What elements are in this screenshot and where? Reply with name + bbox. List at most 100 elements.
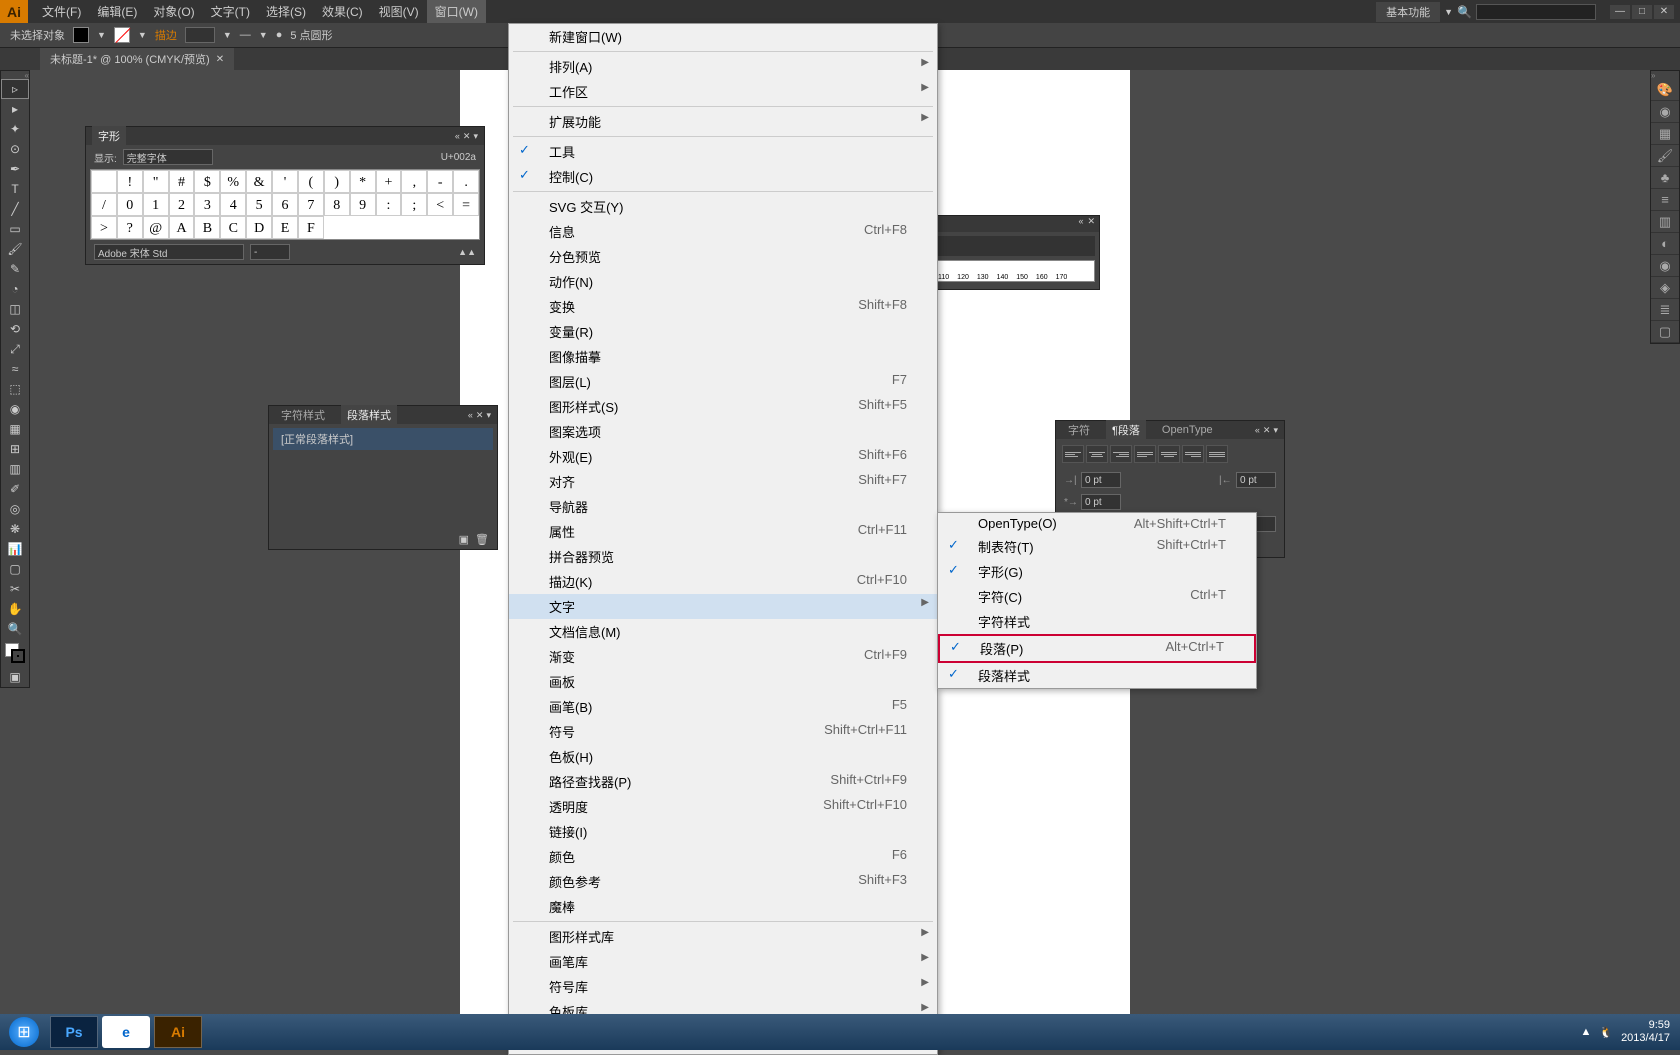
artboard-tool[interactable]: ▢	[1, 559, 29, 579]
search-input[interactable]	[1476, 4, 1596, 20]
glyph-cell[interactable]: 3	[194, 193, 220, 216]
menu-item[interactable]: ✓工具	[509, 139, 937, 164]
transparency-icon[interactable]: ◐	[1651, 233, 1679, 255]
menu-item[interactable]: 图形样式库▶	[509, 924, 937, 949]
char-styles-tab[interactable]: 字符样式	[275, 405, 331, 425]
rotate-tool[interactable]: ⟲	[1, 319, 29, 339]
submenu-item[interactable]: ✓制表符(T)Shift+Ctrl+T	[938, 534, 1256, 559]
menu-item[interactable]: 导航器	[509, 494, 937, 519]
glyph-cell[interactable]: ;	[401, 193, 427, 216]
menu-item[interactable]: 变量(R)	[509, 319, 937, 344]
glyph-cell[interactable]: (	[298, 170, 324, 193]
menu-item[interactable]: 颜色参考Shift+F3	[509, 869, 937, 894]
mesh-tool[interactable]: ⊞	[1, 439, 29, 459]
glyph-grid[interactable]: !"#$%&'()*+,-./0123456789:;<=>?@ABCDEF	[90, 169, 480, 240]
glyph-cell[interactable]: 8	[324, 193, 350, 216]
justify-all[interactable]	[1206, 445, 1228, 463]
menu-item[interactable]: 工作区▶	[509, 79, 937, 104]
paragraph-tab[interactable]: ¶段落	[1106, 420, 1146, 440]
align-right[interactable]	[1110, 445, 1132, 463]
shape-builder-tool[interactable]: ◉	[1, 399, 29, 419]
stroke-swatch[interactable]	[114, 27, 130, 43]
stroke-panel-icon[interactable]: ≡	[1651, 189, 1679, 211]
glyph-style[interactable]	[250, 244, 290, 260]
tray-qq-icon[interactable]: 🐧	[1599, 1026, 1613, 1039]
taskbar-photoshop[interactable]: Ps	[50, 1016, 98, 1048]
menu-item[interactable]: 窗口(W)	[427, 0, 486, 23]
menu-item[interactable]: 文件(F)	[34, 0, 89, 23]
glyph-cell[interactable]: %	[220, 170, 246, 193]
glyph-cell[interactable]: ?	[117, 216, 143, 239]
glyph-cell[interactable]	[91, 170, 117, 193]
character-tab[interactable]: 字符	[1062, 420, 1096, 440]
submenu-item[interactable]: 字符(C)Ctrl+T	[938, 584, 1256, 609]
glyphs-panel[interactable]: 字形 «✕▾ 显示: U+002a !"#$%&'()*+,-./0123456…	[85, 126, 485, 265]
hand-tool[interactable]: ✋	[1, 599, 29, 619]
submenu-item[interactable]: ✓字形(G)	[938, 559, 1256, 584]
tabs-ruler-panel[interactable]: «✕ 110120130140150160170	[930, 215, 1100, 290]
selection-tool[interactable]: ▹	[1, 79, 29, 99]
glyph-cell[interactable]: 0	[117, 193, 143, 216]
menu-item[interactable]: 新建窗口(W)	[509, 24, 937, 49]
line-tool[interactable]: ╱	[1, 199, 29, 219]
close-button[interactable]: ✕	[1654, 5, 1674, 19]
menu-item[interactable]: 图层(L)F7	[509, 369, 937, 394]
glyph-cell[interactable]: 1	[143, 193, 169, 216]
glyph-cell[interactable]: @	[143, 216, 169, 239]
graph-tool[interactable]: 📊	[1, 539, 29, 559]
menu-item[interactable]: 属性Ctrl+F11	[509, 519, 937, 544]
glyph-cell[interactable]: 2	[169, 193, 195, 216]
eyedropper-tool[interactable]: ✐	[1, 479, 29, 499]
zoom-tool[interactable]: 🔍	[1, 619, 29, 639]
glyph-cell[interactable]: 9	[350, 193, 376, 216]
menu-item[interactable]: 链接(I)	[509, 819, 937, 844]
glyph-cell[interactable]: $	[194, 170, 220, 193]
align-center[interactable]	[1086, 445, 1108, 463]
maximize-button[interactable]: □	[1632, 5, 1652, 19]
menu-item[interactable]: 透明度Shift+Ctrl+F10	[509, 794, 937, 819]
menu-item[interactable]: 图像描摹	[509, 344, 937, 369]
glyph-cell[interactable]: D	[246, 216, 272, 239]
color-panel-icon[interactable]: 🎨	[1651, 79, 1679, 101]
glyph-cell[interactable]: =	[453, 193, 479, 216]
menu-item[interactable]: 魔棒	[509, 894, 937, 919]
menu-item[interactable]: 符号库▶	[509, 974, 937, 999]
menu-item[interactable]: 排列(A)▶	[509, 54, 937, 79]
justify-right[interactable]	[1182, 445, 1204, 463]
eraser-tool[interactable]: ◫	[1, 299, 29, 319]
menu-item[interactable]: 画板	[509, 669, 937, 694]
menu-item[interactable]: 变换Shift+F8	[509, 294, 937, 319]
submenu-item[interactable]: ✓段落(P)Alt+Ctrl+T	[938, 634, 1256, 663]
glyph-cell[interactable]: <	[427, 193, 453, 216]
menu-item[interactable]: 编辑(E)	[89, 0, 145, 23]
paintbrush-tool[interactable]: 🖌	[1, 239, 29, 259]
glyph-cell[interactable]: .	[453, 170, 479, 193]
fill-swatch[interactable]	[73, 27, 89, 43]
stroke-weight-input[interactable]	[185, 27, 215, 43]
appearance-icon[interactable]: ◉	[1651, 255, 1679, 277]
menu-item[interactable]: 信息Ctrl+F8	[509, 219, 937, 244]
rectangle-tool[interactable]: ▭	[1, 219, 29, 239]
brushes-icon[interactable]: 🖌	[1651, 145, 1679, 167]
menu-item[interactable]: 扩展功能▶	[509, 109, 937, 134]
menu-item[interactable]: 符号Shift+Ctrl+F11	[509, 719, 937, 744]
glyph-cell[interactable]: F	[298, 216, 324, 239]
submenu-item[interactable]: 字符样式	[938, 609, 1256, 634]
glyph-cell[interactable]: C	[220, 216, 246, 239]
glyph-cell[interactable]: B	[194, 216, 220, 239]
gradient-panel-icon[interactable]: ▥	[1651, 211, 1679, 233]
menu-item[interactable]: 拼合器预览	[509, 544, 937, 569]
menu-item[interactable]: 选择(S)	[258, 0, 314, 23]
type-tool[interactable]: T	[1, 179, 29, 199]
para-style-item[interactable]: [正常段落样式]	[273, 428, 493, 450]
justify-center[interactable]	[1158, 445, 1180, 463]
menu-item[interactable]: 效果(C)	[314, 0, 371, 23]
menu-item[interactable]: 渐变Ctrl+F9	[509, 644, 937, 669]
system-clock[interactable]: 9:59 2013/4/17	[1621, 1019, 1670, 1045]
glyphs-tab[interactable]: 字形	[92, 126, 126, 146]
screen-mode[interactable]: ▣	[1, 667, 29, 687]
menu-item[interactable]: 图案选项	[509, 419, 937, 444]
document-tab[interactable]: 未标题-1* @ 100% (CMYK/预览) ✕	[40, 48, 234, 70]
pen-tool[interactable]: ✒	[1, 159, 29, 179]
scale-tool[interactable]: ⤢	[1, 339, 29, 359]
